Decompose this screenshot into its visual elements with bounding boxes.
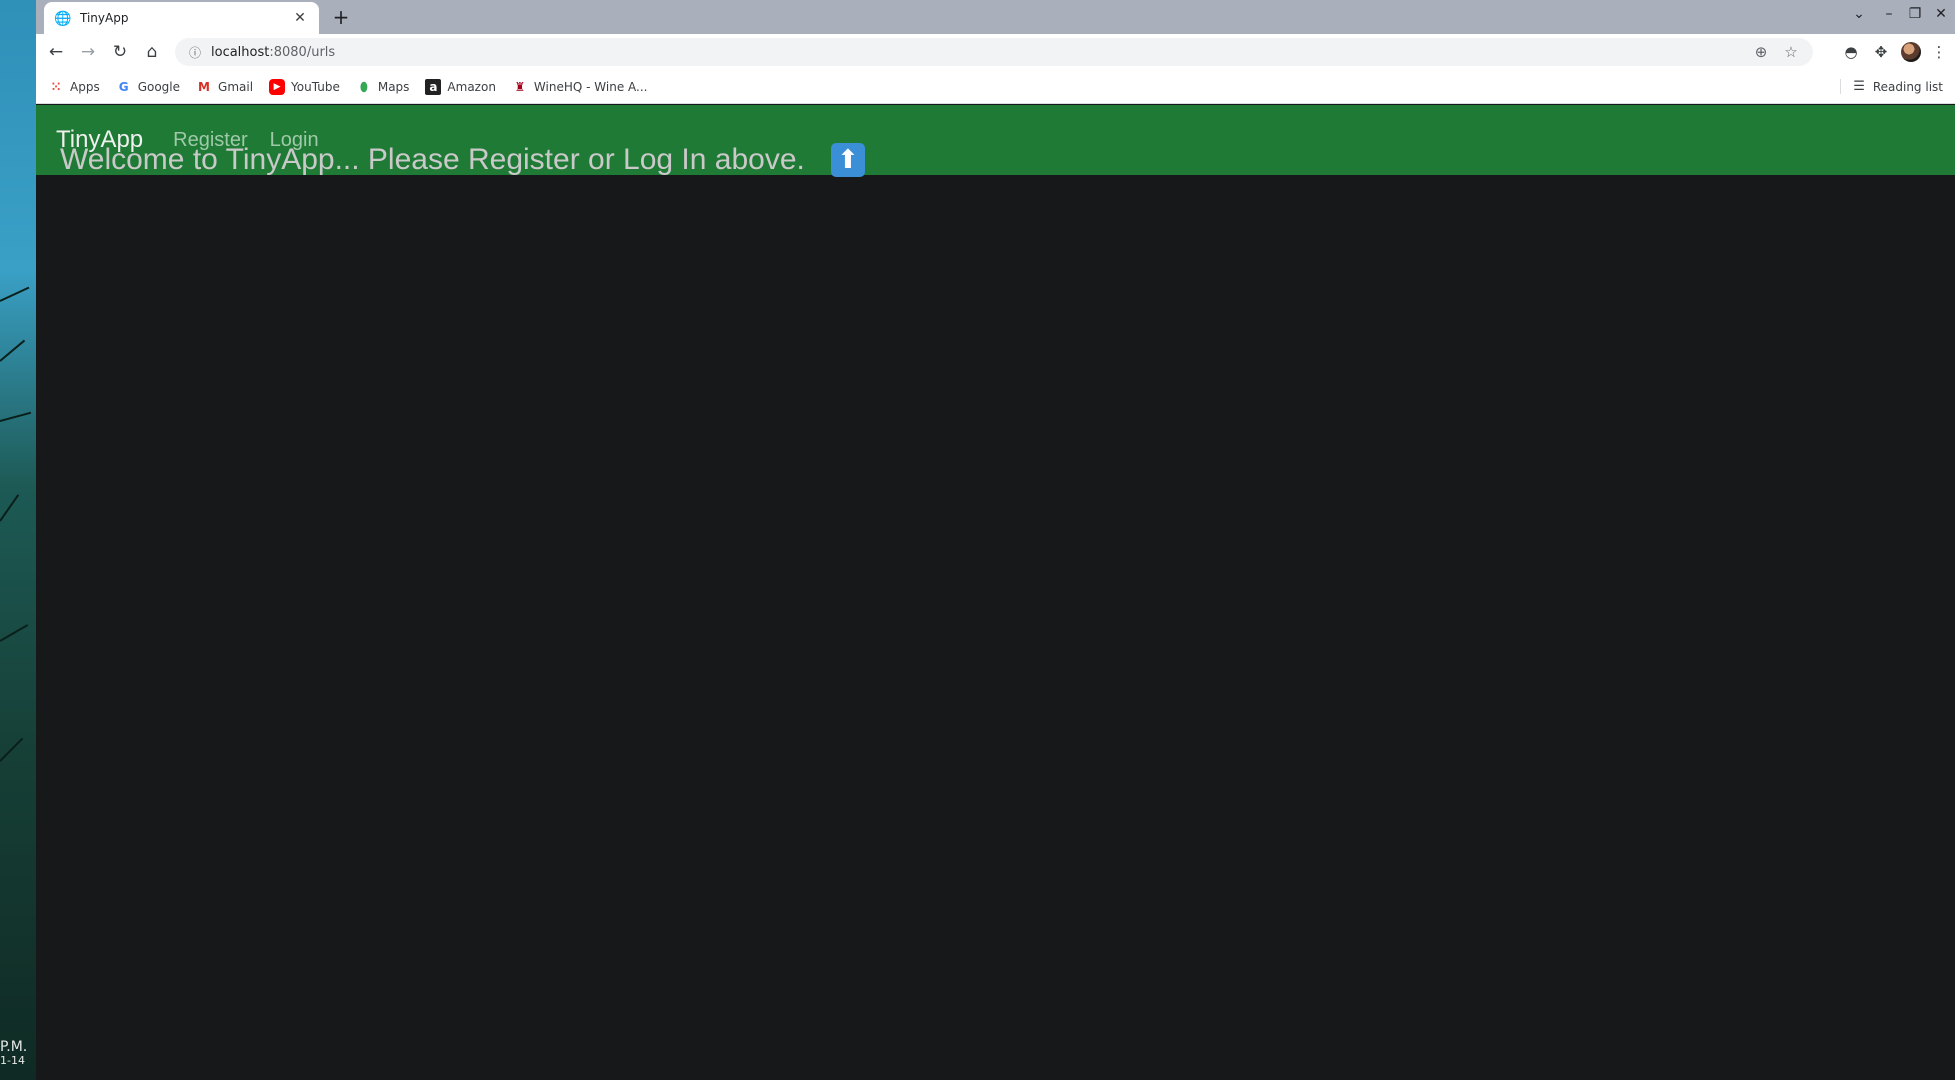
wallpaper-leaf bbox=[0, 624, 29, 642]
reading-list-button[interactable]: ☰ Reading list bbox=[1840, 79, 1943, 94]
reading-list-icon: ☰ bbox=[1853, 79, 1865, 94]
browser-window: 🌐 TinyApp ✕ + ⌄ – ❐ ✕ ← → ↻ ⌂ ⓘ localhos… bbox=[36, 0, 1955, 1080]
extensions-puzzle-icon[interactable]: ✥ bbox=[1869, 40, 1893, 64]
url-host: localhost bbox=[211, 44, 270, 60]
bookmark-label: Maps bbox=[377, 79, 410, 94]
home-icon[interactable]: ⌂ bbox=[140, 40, 164, 64]
bookmark-apps[interactable]: ⁙ Apps bbox=[48, 79, 100, 95]
bookmark-youtube[interactable]: ▶ YouTube bbox=[269, 78, 340, 95]
bookmark-winehq[interactable]: ♜ WineHQ - Wine A... bbox=[512, 79, 648, 95]
wallpaper-leaf bbox=[0, 494, 20, 522]
apps-grid-icon: ⁙ bbox=[50, 79, 62, 94]
bookmark-amazon[interactable]: a Amazon bbox=[425, 78, 496, 95]
menu-kebab-icon[interactable]: ⋮ bbox=[1927, 40, 1951, 64]
bookmark-label: Amazon bbox=[447, 79, 496, 94]
bookmark-label: YouTube bbox=[291, 79, 340, 94]
wallpaper-leaf bbox=[0, 286, 30, 302]
bookmark-label: Apps bbox=[70, 79, 100, 94]
welcome-section: Welcome to TinyApp... Please Register or… bbox=[60, 143, 865, 177]
bookmark-star-icon[interactable]: ☆ bbox=[1781, 43, 1801, 61]
browser-toolbar: ← → ↻ ⌂ ⓘ localhost:8080/urls ⊕ ☆ ◓ ✥ ⋮ bbox=[36, 34, 1955, 70]
bookmark-label: Gmail bbox=[218, 79, 254, 94]
clock-time: P.M. bbox=[0, 1039, 28, 1055]
tab-strip: 🌐 TinyApp ✕ + ⌄ – ❐ ✕ bbox=[36, 0, 1955, 34]
taskbar-clock[interactable]: P.M. 1-14 bbox=[0, 1039, 36, 1068]
maps-icon: ⬮ bbox=[360, 79, 368, 94]
back-icon[interactable]: ← bbox=[44, 40, 68, 64]
url-path: :8080/urls bbox=[269, 44, 336, 60]
reload-icon[interactable]: ↻ bbox=[108, 40, 132, 64]
bookmark-label: WineHQ - Wine A... bbox=[533, 79, 648, 94]
minimize-icon[interactable]: – bbox=[1879, 6, 1899, 22]
wallpaper-leaf bbox=[0, 339, 26, 362]
bookmarks-bar: ⁙ Apps G Google M Gmail ▶ YouTube ⬮ Maps… bbox=[36, 70, 1955, 104]
welcome-message: Welcome to TinyApp... Please Register or… bbox=[60, 143, 805, 176]
globe-icon: 🌐 bbox=[54, 10, 72, 26]
tab-title: TinyApp bbox=[80, 11, 129, 25]
new-tab-button[interactable]: + bbox=[329, 6, 353, 30]
forward-icon[interactable]: → bbox=[76, 40, 100, 64]
site-info-icon[interactable]: ⓘ bbox=[187, 44, 203, 61]
close-window-icon[interactable]: ✕ bbox=[1931, 6, 1951, 22]
youtube-icon: ▶ bbox=[269, 78, 286, 95]
restore-icon[interactable]: ❐ bbox=[1905, 6, 1925, 22]
zoom-icon[interactable]: ⊕ bbox=[1751, 43, 1771, 61]
close-tab-icon[interactable]: ✕ bbox=[291, 10, 309, 26]
reading-list-label: Reading list bbox=[1872, 79, 1943, 94]
wallpaper-leaf bbox=[0, 411, 32, 422]
wallpaper-leaf bbox=[0, 737, 24, 762]
bookmark-label: Google bbox=[137, 79, 181, 94]
clock-date: 1-14 bbox=[0, 1054, 25, 1068]
gmail-icon: M bbox=[198, 79, 210, 94]
page-content: TinyApp Register Login Welcome to TinyAp… bbox=[36, 105, 1955, 1080]
bookmark-google[interactable]: G Google bbox=[116, 79, 180, 95]
url-text[interactable]: localhost:8080/urls bbox=[211, 45, 1741, 60]
bookmark-maps[interactable]: ⬮ Maps bbox=[356, 79, 410, 95]
up-arrow-icon: ⬆ bbox=[830, 143, 865, 177]
address-bar[interactable]: ⓘ localhost:8080/urls ⊕ ☆ bbox=[175, 38, 1813, 66]
amazon-icon: a bbox=[425, 78, 442, 95]
tab-search-icon[interactable]: ⌄ bbox=[1849, 6, 1869, 22]
google-icon: G bbox=[118, 79, 129, 94]
desktop-wallpaper: P.M. 1-14 bbox=[0, 0, 36, 1080]
tab-tinyapp[interactable]: 🌐 TinyApp ✕ bbox=[44, 2, 319, 34]
incognito-extension-icon[interactable]: ◓ bbox=[1839, 40, 1863, 64]
bookmark-gmail[interactable]: M Gmail bbox=[196, 79, 253, 95]
winehq-icon: ♜ bbox=[514, 79, 526, 94]
profile-avatar[interactable] bbox=[1901, 42, 1921, 62]
